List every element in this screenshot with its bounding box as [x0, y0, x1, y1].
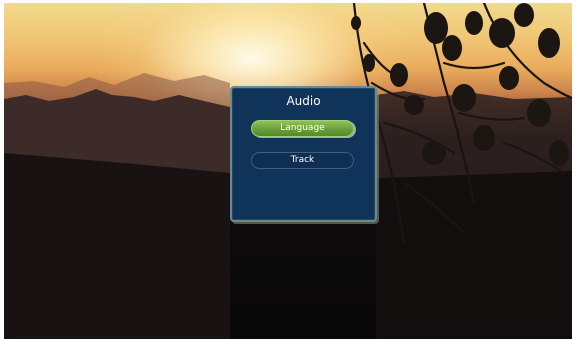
- screen: Audio Language Track: [0, 0, 576, 341]
- audio-dialog: Audio Language Track: [230, 86, 377, 222]
- language-button[interactable]: Language: [251, 120, 354, 137]
- track-button[interactable]: Track: [251, 152, 354, 169]
- dialog-title: Audio: [286, 94, 321, 108]
